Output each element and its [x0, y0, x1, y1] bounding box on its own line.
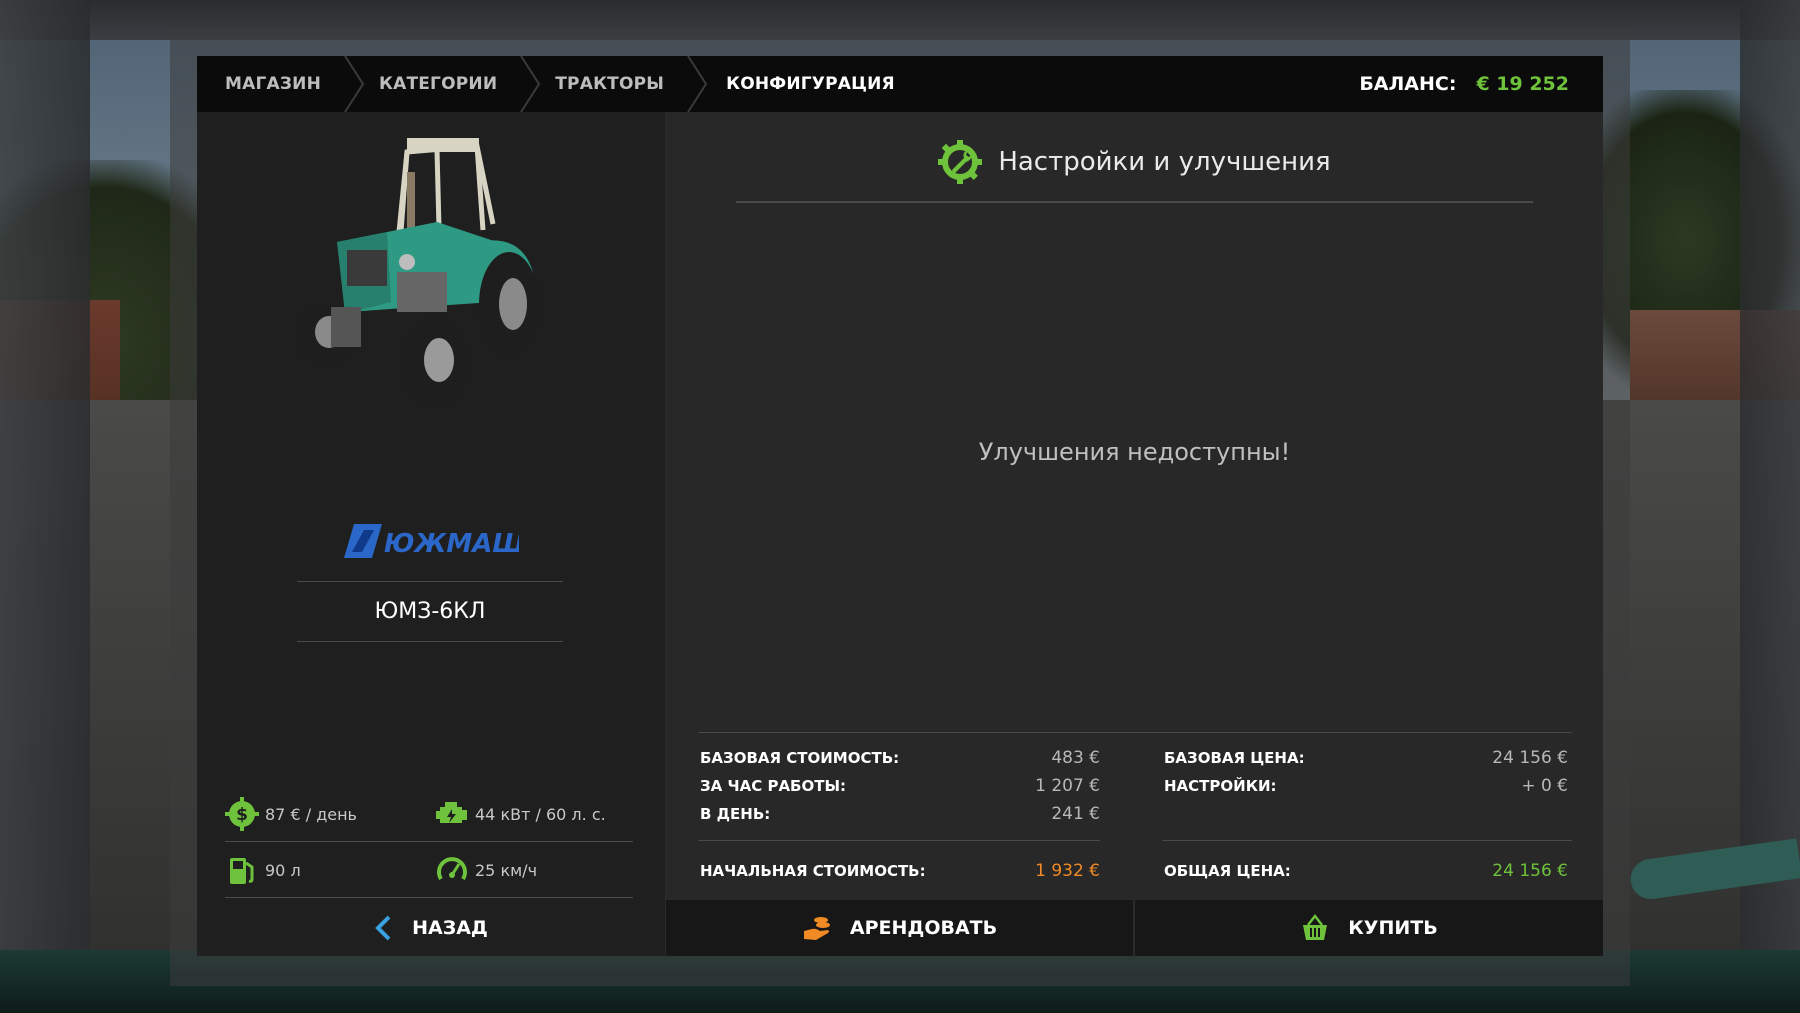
breadcrumb-label: МАГАЗИН — [225, 74, 321, 94]
breadcrumb-categories[interactable]: КАТЕГОРИИ — [351, 56, 541, 112]
back-button-label: НАЗАД — [412, 917, 488, 939]
vehicle-info: ЮЖМАШ ЮМЗ-6КЛ $ 87 € / день 44 кВт / 60 … — [197, 112, 665, 900]
settings-title-text: Настройки и улучшения — [998, 147, 1331, 177]
vehicle-model: ЮМЗ-6КЛ — [374, 599, 486, 624]
lease-button-label: АРЕНДОВАТЬ — [849, 917, 998, 939]
vehicle-specs: $ 87 € / день 44 кВт / 60 л. с. 90 л 25 … — [225, 786, 633, 898]
balance-label: БАЛАНС: — [1359, 73, 1457, 95]
speedometer-icon — [437, 857, 467, 881]
breadcrumb-label: КОНФИГУРАЦИЯ — [726, 74, 895, 94]
purchase-costs: БАЗОВАЯ ЦЕНА: 24 156 € НАСТРОЙКИ: + 0 € — [1164, 744, 1568, 800]
purchase-base-price-value: 24 156 € — [1492, 748, 1568, 768]
lease-initial-cost: НАЧАЛЬНАЯ СТОИМОСТЬ: 1 932 € — [700, 856, 1100, 886]
spec-fuel-value: 90 л — [265, 860, 301, 880]
lease-initial-value: 1 932 € — [1035, 861, 1100, 881]
action-bar: НАЗАД АРЕНДОВАТЬ КУПИТЬ — [197, 900, 1603, 956]
breadcrumb-configuration[interactable]: КОНФИГУРАЦИЯ — [694, 56, 895, 112]
breadcrumb-label: КАТЕГОРИИ — [379, 74, 498, 94]
spec-speed-value: 25 км/ч — [475, 860, 538, 880]
breadcrumb-shop[interactable]: МАГАЗИН — [197, 56, 365, 112]
lease-per-day-label: В ДЕНЬ: — [700, 805, 771, 823]
lease-base-cost-value: 483 € — [1051, 748, 1100, 768]
breadcrumb-tractors[interactable]: ТРАКТОРЫ — [527, 56, 708, 112]
purchase-total-label: ОБЩАЯ ЦЕНА: — [1164, 862, 1291, 880]
spec-row: 90 л 25 км/ч — [225, 842, 633, 898]
brand-name: ЮЖМАШ — [384, 529, 519, 559]
spec-maintenance-value: 87 € / день — [265, 804, 357, 824]
buy-button-label: КУПИТЬ — [1348, 917, 1438, 939]
balance: БАЛАНС: € 19 252 — [1359, 56, 1569, 112]
lease-per-hour: ЗА ЧАС РАБОТЫ: 1 207 € — [700, 772, 1100, 800]
lease-per-day-value: 241 € — [1051, 804, 1100, 824]
buy-button[interactable]: КУПИТЬ — [1134, 900, 1603, 956]
cab-pillar-left — [0, 0, 90, 1013]
wrench-gear-icon — [938, 140, 983, 184]
settings-title: Настройки и улучшения — [666, 138, 1603, 186]
lease-initial-label: НАЧАЛЬНАЯ СТОИМОСТЬ: — [700, 862, 926, 880]
tractor-image — [297, 138, 539, 406]
chevron-left-icon — [375, 915, 391, 941]
breadcrumb: МАГАЗИН КАТЕГОРИИ ТРАКТОРЫ КОНФИГУРАЦИЯ — [197, 56, 895, 112]
divider — [698, 840, 1100, 841]
dollar-gear-icon: $ — [225, 797, 259, 831]
brand-logo: ЮЖМАШ — [344, 524, 519, 559]
lease-per-hour-label: ЗА ЧАС РАБОТЫ: — [700, 777, 847, 795]
basket-icon — [1303, 913, 1328, 940]
divider — [1162, 840, 1572, 841]
purchase-options-value: + 0 € — [1521, 776, 1568, 796]
spec-maintenance: $ 87 € / день — [225, 786, 357, 842]
spec-power-value: 44 кВт / 60 л. с. — [475, 804, 606, 824]
lease-button[interactable]: АРЕНДОВАТЬ — [666, 900, 1133, 956]
lease-base-cost: БАЗОВАЯ СТОИМОСТЬ: 483 € — [700, 744, 1100, 772]
hand-coins-icon — [803, 917, 830, 940]
configuration-area: Настройки и улучшения Улучшения недоступ… — [666, 112, 1603, 900]
divider — [698, 732, 1572, 733]
spec-fuel: 90 л — [225, 842, 301, 898]
upgrades-unavailable-message: Улучшения недоступны! — [978, 438, 1291, 466]
purchase-options: НАСТРОЙКИ: + 0 € — [1164, 772, 1568, 800]
purchase-total-value: 24 156 € — [1492, 861, 1568, 881]
divider — [736, 201, 1533, 203]
lease-base-cost-label: БАЗОВАЯ СТОИМОСТЬ: — [700, 749, 900, 767]
shop-panel: МАГАЗИН КАТЕГОРИИ ТРАКТОРЫ КОНФИГУРАЦИЯ … — [197, 56, 1603, 956]
engine-icon — [436, 802, 467, 823]
divider — [297, 641, 563, 642]
back-button[interactable]: НАЗАД — [197, 900, 665, 956]
spec-power: 44 кВт / 60 л. с. — [435, 786, 606, 842]
lease-per-hour-value: 1 207 € — [1035, 776, 1100, 796]
shop-header: МАГАЗИН КАТЕГОРИИ ТРАКТОРЫ КОНФИГУРАЦИЯ … — [197, 56, 1603, 112]
svg-text:$: $ — [236, 805, 248, 825]
purchase-base-price-label: БАЗОВАЯ ЦЕНА: — [1164, 749, 1305, 767]
lease-per-day: В ДЕНЬ: 241 € — [700, 800, 1100, 828]
purchase-total: ОБЩАЯ ЦЕНА: 24 156 € — [1164, 856, 1568, 886]
spec-speed: 25 км/ч — [435, 842, 537, 898]
lease-costs: БАЗОВАЯ СТОИМОСТЬ: 483 € ЗА ЧАС РАБОТЫ: … — [700, 744, 1100, 828]
purchase-options-label: НАСТРОЙКИ: — [1164, 777, 1277, 795]
spec-row: $ 87 € / день 44 кВт / 60 л. с. — [225, 786, 633, 842]
balance-value: € 19 252 — [1476, 73, 1569, 95]
breadcrumb-label: ТРАКТОРЫ — [555, 74, 665, 94]
purchase-base-price: БАЗОВАЯ ЦЕНА: 24 156 € — [1164, 744, 1568, 772]
fuel-pump-icon — [230, 858, 254, 884]
